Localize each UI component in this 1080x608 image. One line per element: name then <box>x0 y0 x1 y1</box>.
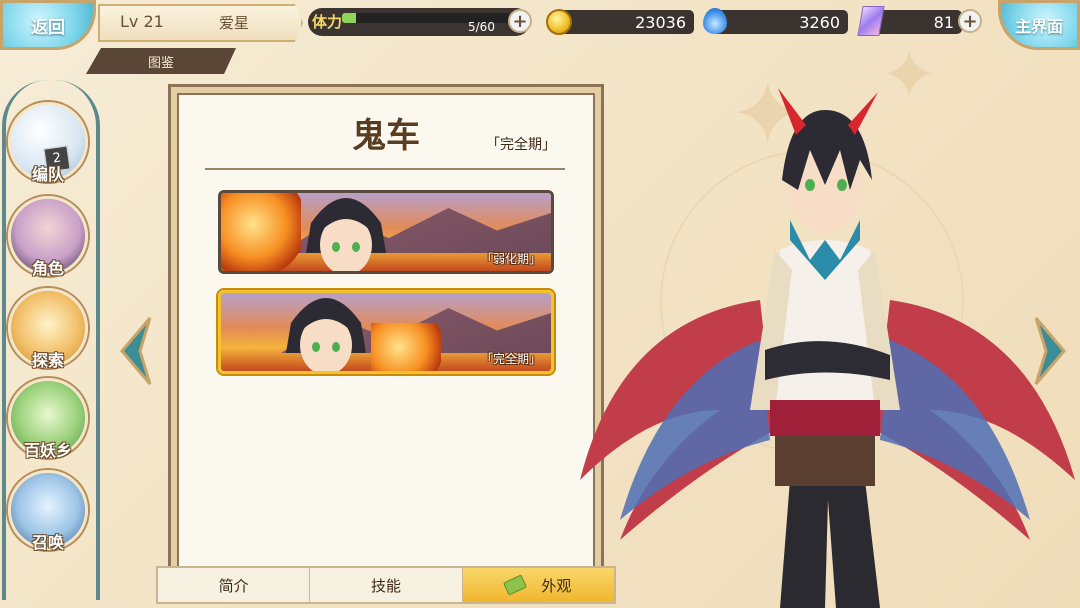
nav-item-characters[interactable]: 角色 <box>8 196 88 278</box>
soul-jade-counter: 3260 <box>712 10 848 34</box>
back-button[interactable]: 返回 <box>0 0 96 50</box>
nav-item-summon[interactable]: 召唤 <box>8 470 88 552</box>
stamina-fill <box>342 13 356 23</box>
skin-stage-label: 「完全期」 <box>480 352 541 366</box>
coin-counter: 23036 <box>556 10 694 34</box>
coin-value: 23036 <box>635 12 686 32</box>
character-full-art <box>580 88 1075 608</box>
section-title-tab: 图鉴 <box>86 48 236 74</box>
add-stamina-button[interactable]: + <box>508 9 532 33</box>
stamina-label: 体力 <box>312 13 343 31</box>
flame-art <box>221 193 301 271</box>
crystal-value: 81 <box>933 12 954 32</box>
coin-icon <box>546 9 572 35</box>
player-level: Lv 21 <box>120 12 164 31</box>
player-name: 爱星 <box>219 14 250 32</box>
nav-label: 百妖乡 <box>23 441 72 460</box>
nav-label: 探索 <box>31 351 64 370</box>
main-menu-button[interactable]: 主界面 <box>998 0 1080 50</box>
tab-skills[interactable]: 技能 <box>310 568 463 602</box>
nav-item-formation[interactable]: 2 编队 <box>8 102 88 184</box>
nav-label: 角色 <box>31 259 64 278</box>
nav-label: 召唤 <box>31 533 64 552</box>
leaf-icon <box>503 574 528 596</box>
nav-item-explore[interactable]: 探索 <box>8 288 88 370</box>
character-portrait <box>306 198 386 271</box>
flame-art <box>371 323 441 371</box>
skin-stage-label: 「弱化期」 <box>480 252 541 266</box>
back-button-label: 返回 <box>31 17 65 38</box>
detail-tab-bar: 简介 技能 外观 <box>156 566 616 604</box>
main-menu-label: 主界面 <box>1014 17 1063 36</box>
stamina-value: 5/60 <box>468 20 495 34</box>
skin-card-complete[interactable]: 「完全期」 <box>218 290 554 374</box>
skin-card-weakened[interactable]: 「弱化期」 <box>218 190 554 274</box>
title-divider <box>205 168 565 170</box>
soul-jade-value: 3260 <box>799 12 840 32</box>
nav-label: 编队 <box>31 165 64 184</box>
character-stage-label: 「完全期」 <box>486 137 556 153</box>
blue-flame-icon <box>703 8 727 34</box>
tab-intro-label: 简介 <box>218 576 249 595</box>
character-portrait <box>286 298 366 371</box>
add-crystal-button[interactable]: + <box>958 9 982 33</box>
tab-skills-label: 技能 <box>370 576 401 595</box>
nav-item-yokai-village[interactable]: 百妖乡 <box>8 378 88 460</box>
tab-intro[interactable]: 简介 <box>158 568 311 602</box>
previous-arrow-button[interactable] <box>118 316 152 386</box>
